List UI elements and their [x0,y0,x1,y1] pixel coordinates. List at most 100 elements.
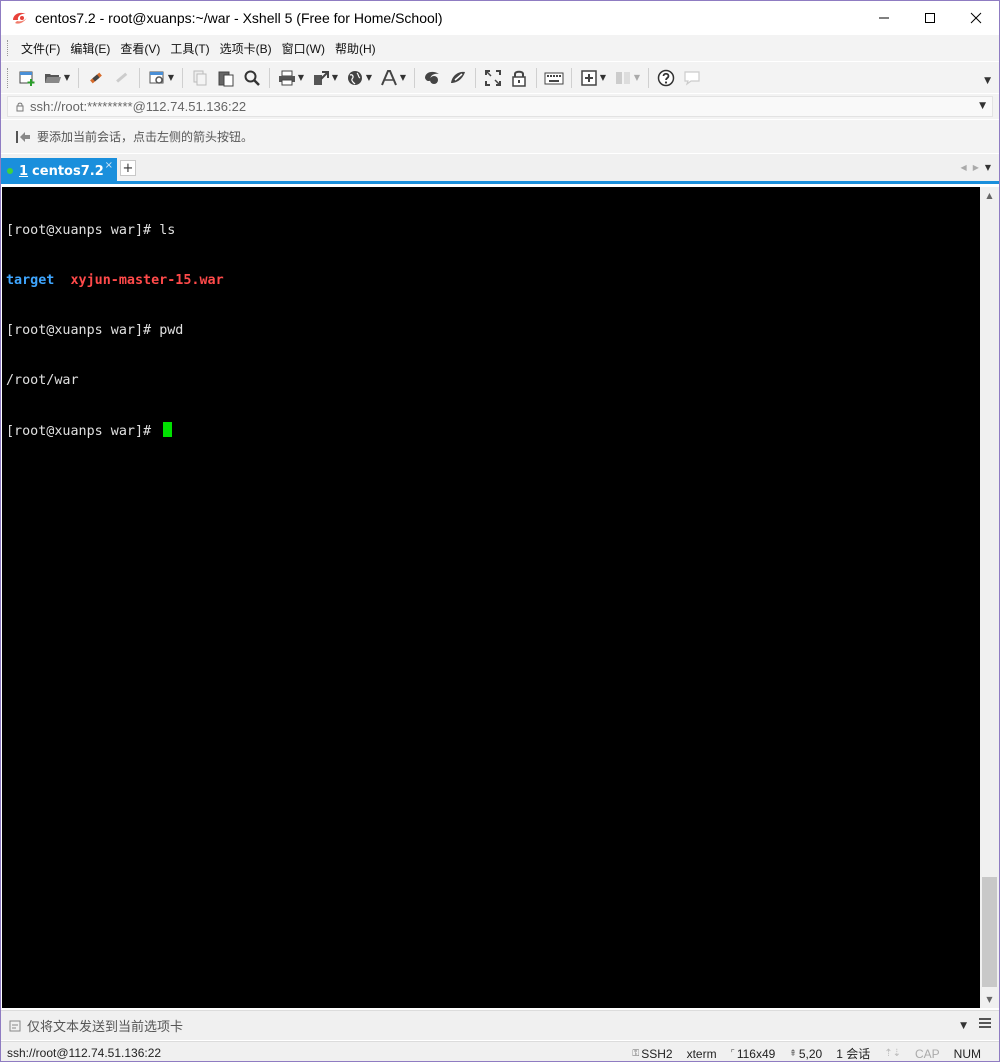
prompt: [root@xuanps war]# [6,322,160,338]
new-session-button[interactable] [16,66,38,90]
print-icon [278,70,295,85]
tab-scroll-left-icon[interactable]: ◀ [961,163,967,172]
compose-menu-icon[interactable] [979,1018,991,1028]
terminal-line: [root@xuanps war]# ls [6,223,976,240]
window-title: centos7.2 - root@xuanps:~/war - Xshell 5… [35,9,443,26]
status-connection: ssh://root@112.74.51.136:22 [7,1045,162,1060]
tab-label: centos7.2 [32,163,104,179]
reconnect-button[interactable] [85,66,107,90]
layout-icon [615,71,630,84]
terminal-scrollbar[interactable]: ▲ ▼ [980,187,999,1008]
address-dropdown-chevron-icon[interactable]: ▼ [979,101,986,111]
toolbar-separator [78,67,79,88]
status-cap: CAP [914,1046,940,1061]
print-button[interactable]: ▼ [276,66,306,90]
column-gap [54,273,70,288]
toolbar-grip[interactable] [7,67,10,88]
transfer-button[interactable]: ▼ [310,66,340,90]
chevron-down-icon: ▼ [399,73,407,82]
scroll-down-arrow-icon[interactable]: ▼ [980,991,999,1008]
menu-edit[interactable]: 编辑(E) [65,40,115,57]
paste-button[interactable] [215,66,237,90]
compose-dropdown-chevron-icon[interactable]: ▼ [960,1021,967,1031]
menu-help[interactable]: 帮助(H) [330,40,381,57]
command-output: /root/war [6,372,79,388]
tab-scroll-right-icon[interactable]: ▶ [973,163,979,172]
status-size: 116x49 [736,1046,776,1061]
terminal-screen[interactable]: [root@xuanps war]# ls target xyjun-maste… [2,187,980,1008]
close-button[interactable] [953,1,999,34]
keyboard-button[interactable] [543,66,565,90]
toolbar-overflow-chevron-icon[interactable]: ▼ [984,76,991,86]
lock-button[interactable] [508,66,530,90]
connect-icon [90,72,102,83]
xftp-icon [425,71,439,84]
lock-icon: ⚿ [632,1048,640,1058]
directory-entry: target [6,272,55,288]
xshell-window: centos7.2 - root@xuanps:~/war - Xshell 5… [0,0,1000,1062]
status-num: NUM [953,1046,981,1061]
fullscreen-icon [485,69,501,86]
menu-view[interactable]: 查看(V) [115,40,165,57]
xmanager-icon [451,71,465,83]
xftp-button[interactable] [421,66,443,90]
layout-button[interactable]: ▼ [612,66,642,90]
toolbar-separator [269,67,270,88]
new-tab-icon [581,69,597,86]
toolbar-separator [182,67,183,88]
menu-tabs[interactable]: 选项卡(B) [215,40,277,57]
title-bar[interactable]: centos7.2 - root@xuanps:~/war - Xshell 5… [1,1,999,34]
minimize-button[interactable] [861,1,907,34]
chat-button[interactable] [681,66,703,90]
toolbar-separator [414,67,415,88]
address-field[interactable]: ssh://root:*********@112.74.51.136:22 ▼ [7,96,993,117]
disconnect-button[interactable] [111,66,133,90]
help-icon [657,69,675,86]
fullscreen-button[interactable] [482,66,504,90]
menu-bar: 文件(F) 编辑(E) 查看(V) 工具(T) 选项卡(B) 窗口(W) 帮助(… [1,35,999,61]
add-tab-button[interactable]: + [120,160,136,176]
menu-file[interactable]: 文件(F) [16,40,65,57]
prompt: [root@xuanps war]# [6,424,160,440]
add-session-arrow-icon[interactable] [15,129,31,145]
find-button[interactable] [241,66,263,90]
copy-button[interactable] [189,66,211,90]
xshell-logo-icon [11,9,29,27]
terminal-line: /root/war [6,373,976,390]
menu-tools[interactable]: 工具(T) [165,40,214,57]
compose-bar[interactable]: 仅将文本发送到当前选项卡 ▼ [1,1010,999,1040]
open-button[interactable]: ▼ [42,66,72,90]
toolbar: ▼ ▼ ▼ ▼ ▼ ▼ ▼ ▼ ▼ [1,62,999,93]
prompt: [root@xuanps war]# [6,223,160,239]
toolbar-separator [571,67,572,88]
lock-icon [16,102,24,111]
scrollbar-thumb[interactable] [982,877,997,987]
toolbar-separator [648,67,649,88]
compose-target-label: 仅将文本发送到当前选项卡 [27,1020,184,1035]
menu-window[interactable]: 窗口(W) [277,40,330,57]
copy-icon [193,70,207,85]
maximize-button[interactable] [907,1,953,34]
menu-grip[interactable] [7,40,10,56]
tab-list-chevron-icon[interactable]: ▼ [985,163,991,172]
terminal-line: target xyjun-master-15.war [6,273,976,290]
xmanager-button[interactable] [447,66,469,90]
maximize-icon [925,12,935,23]
status-size-group: ⌜ 116x49 [731,1047,776,1061]
toolbar-separator [139,67,140,88]
status-cursor-pos: 5,20 [798,1046,823,1061]
terminal-line: [root@xuanps war]# pwd [6,323,976,340]
properties-button[interactable]: ▼ [146,66,176,90]
lock-icon [512,70,526,87]
status-protocol-group: ⚿ SSH2 [632,1047,672,1061]
font-button[interactable]: ▼ [378,66,408,90]
properties-icon [149,71,164,84]
help-button[interactable] [655,66,677,90]
tab-close-icon[interactable]: × [105,160,113,171]
chevron-down-icon: ▼ [167,73,175,82]
tab-centos7-2[interactable]: 1 centos7.2 × [1,158,117,184]
status-right: ⚿ SSH2 xterm ⌜ 116x49 ⇞ 5,20 1 会话 ⇡⇣ CAP NU… [632,1045,981,1062]
new-tab-button[interactable]: ▼ [578,66,608,90]
globe-button[interactable]: ▼ [344,66,374,90]
scroll-up-arrow-icon[interactable]: ▲ [980,187,999,204]
